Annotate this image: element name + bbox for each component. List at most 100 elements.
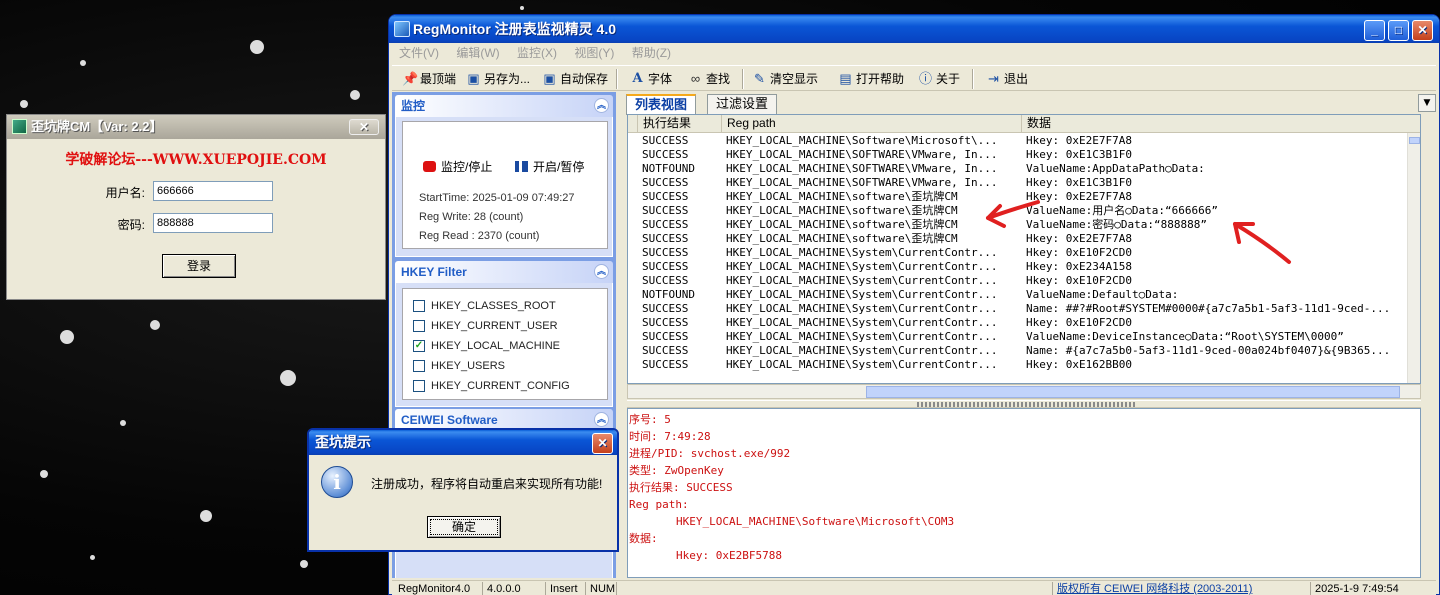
menu-help[interactable]: 帮助(Z) [625, 43, 678, 63]
message-dialog: 歪坑提示 ✕ i 注册成功，程序将自动重启来实现所有功能! 确定 [307, 428, 619, 552]
row-regpath: HKEY_LOCAL_MACHINE\System\CurrentContr..… [726, 330, 998, 343]
monitor-group-header[interactable]: 监控 ︽ [395, 95, 613, 117]
table-row[interactable]: SUCCESS HKEY_LOCAL_MACHINE\System\Current… [628, 358, 1408, 372]
table-row[interactable]: NOTFOUND HKEY_LOCAL_MACHINE\SOFTWARE\VMwa… [628, 162, 1408, 176]
table-row[interactable]: SUCCESS HKEY_LOCAL_MACHINE\System\Current… [628, 344, 1408, 358]
username-input[interactable]: 666666 [153, 181, 273, 201]
horizontal-scrollbar[interactable] [627, 384, 1421, 399]
reg-write-text: Reg Write: 28 (count) [419, 211, 524, 223]
dialog-titlebar[interactable]: 歪坑提示 ✕ [309, 430, 617, 455]
save-as-label: 另存为... [484, 72, 531, 86]
pause-resume-label: 开启/暂停 [533, 160, 585, 174]
detail-process: 进程/PID: svchost.exe/992 [629, 447, 791, 460]
hkey-classes-root-option[interactable]: HKEY_CLASSES_ROOT [413, 298, 556, 314]
topmost-button[interactable]: 📌 最顶端 [400, 68, 456, 90]
minimize-button[interactable]: _ [1364, 20, 1385, 41]
row-regpath: HKEY_LOCAL_MACHINE\System\CurrentContr..… [726, 316, 998, 329]
close-button[interactable]: ✕ [1412, 20, 1433, 41]
exit-icon: ⇥ [988, 71, 999, 86]
row-regpath: HKEY_LOCAL_MACHINE\System\CurrentContr..… [726, 344, 998, 357]
row-regpath: HKEY_LOCAL_MACHINE\software\歪坑牌CM [726, 232, 958, 245]
table-row[interactable]: SUCCESS HKEY_LOCAL_MACHINE\System\Current… [628, 330, 1408, 344]
row-result: SUCCESS [642, 218, 689, 231]
hkey-users-option[interactable]: HKEY_USERS [413, 358, 505, 374]
tab-dropdown-button[interactable]: ▼ [1418, 94, 1436, 112]
table-row[interactable]: SUCCESS HKEY_LOCAL_MACHINE\System\Current… [628, 302, 1408, 316]
find-button[interactable]: ∞ 查找 [686, 68, 730, 90]
pause-resume-button[interactable]: 开启/暂停 [515, 159, 584, 175]
row-result: SUCCESS [642, 204, 689, 217]
table-row[interactable]: SUCCESS HKEY_LOCAL_MACHINE\System\Current… [628, 274, 1408, 288]
vertical-scrollbar[interactable] [1407, 133, 1420, 383]
row-regpath: HKEY_LOCAL_MACHINE\software\歪坑牌CM [726, 190, 958, 203]
collapse-chevron-icon[interactable]: ︽ [594, 98, 609, 113]
detail-pane: 序号: 5 时间: 7:49:28 进程/PID: svchost.exe/99… [627, 408, 1421, 578]
menu-file[interactable]: 文件(V) [392, 43, 446, 63]
checkbox[interactable] [413, 360, 425, 372]
clear-icon: ✎ [754, 71, 765, 86]
row-data: Hkey: 0xE2E7F7A8 [1026, 232, 1132, 245]
close-button[interactable]: ✕ [592, 433, 613, 454]
row-data: ValueName:AppDataPath○Data: [1026, 162, 1205, 175]
menu-edit[interactable]: 编辑(W) [449, 43, 506, 63]
table-row[interactable]: SUCCESS HKEY_LOCAL_MACHINE\SOFTWARE\VMwar… [628, 148, 1408, 162]
hkey-label: HKEY_CURRENT_CONFIG [431, 380, 570, 392]
row-regpath: HKEY_LOCAL_MACHINE\System\CurrentContr..… [726, 288, 998, 301]
close-button[interactable]: ✕ [349, 119, 379, 135]
menu-monitor[interactable]: 监控(X) [510, 43, 564, 63]
column-header-result[interactable]: 执行结果 [638, 115, 722, 133]
row-regpath: HKEY_LOCAL_MACHINE\SOFTWARE\VMware, In..… [726, 148, 998, 161]
tab-list-view[interactable]: 列表视图 [626, 94, 697, 115]
table-row[interactable]: SUCCESS HKEY_LOCAL_MACHINE\SOFTWARE\VMwar… [628, 176, 1408, 190]
hkey-filter-box: HKEY_CLASSES_ROOT HKEY_CURRENT_USER ✓ HK… [402, 288, 608, 400]
column-header-data[interactable]: 数据 [1022, 115, 1420, 133]
checkbox-checked[interactable]: ✓ [413, 340, 425, 352]
topmost-label: 最顶端 [420, 72, 457, 86]
crackme-titlebar[interactable]: 歪坑牌CM【Var: 2.2】 ✕ [7, 115, 385, 139]
collapse-chevron-icon[interactable]: ︽ [594, 264, 609, 279]
table-row[interactable]: SUCCESS HKEY_LOCAL_MACHINE\System\Current… [628, 316, 1408, 330]
password-input[interactable]: 888888 [153, 213, 273, 233]
checkbox[interactable] [413, 320, 425, 332]
row-result: SUCCESS [642, 316, 689, 329]
start-stop-button[interactable]: 监控/停止 [423, 159, 492, 175]
help-button[interactable]: ▤ 打开帮助 [836, 68, 904, 90]
tab-filter-settings[interactable]: 过滤设置 [707, 94, 778, 114]
toolbar-separator [742, 69, 744, 89]
font-button[interactable]: A 字体 [628, 68, 672, 90]
splitter-grip[interactable] [917, 402, 1135, 407]
annotation-arrow-username [986, 200, 1040, 228]
hkey-current-config-option[interactable]: HKEY_CURRENT_CONFIG [413, 378, 570, 394]
table-row[interactable]: NOTFOUND HKEY_LOCAL_MACHINE\System\Curren… [628, 288, 1408, 302]
scrollbar-thumb[interactable] [1409, 137, 1420, 144]
menu-view[interactable]: 视图(Y) [567, 43, 621, 63]
checkbox[interactable] [413, 380, 425, 392]
toolbar-separator [972, 69, 974, 89]
table-row[interactable]: SUCCESS HKEY_LOCAL_MACHINE\Software\Micro… [628, 134, 1408, 148]
ok-button[interactable]: 确定 [427, 516, 501, 538]
clear-display-button[interactable]: ✎ 清空显示 [750, 68, 818, 90]
save-as-button[interactable]: ▣ 另存为... [464, 68, 530, 90]
auto-save-button[interactable]: ▣ 自动保存 [540, 68, 608, 90]
collapse-chevron-icon[interactable]: ︽ [594, 412, 609, 427]
annotation-arrow-password [1233, 222, 1291, 264]
row-regpath: HKEY_LOCAL_MACHINE\Software\Microsoft\..… [726, 134, 998, 147]
column-header-regpath[interactable]: Reg path [722, 115, 1022, 133]
about-button[interactable]: ⓘ 关于 [916, 68, 960, 90]
maximize-button[interactable]: □ [1388, 20, 1409, 41]
row-data: Hkey: 0xE234A158 [1026, 260, 1132, 273]
hkey-local-machine-option[interactable]: ✓ HKEY_LOCAL_MACHINE [413, 338, 560, 354]
monitor-group-body: 监控/停止 开启/暂停 StartTime: 2025-01-09 07:49:… [395, 117, 613, 257]
information-icon: i [321, 466, 353, 498]
login-button[interactable]: 登录 [162, 254, 236, 278]
checkbox[interactable] [413, 300, 425, 312]
hkey-current-user-option[interactable]: HKEY_CURRENT_USER [413, 318, 558, 334]
copyright-link[interactable]: 版权所有 CEIWEI 网络科技 (2003-2011) [1052, 582, 1252, 595]
pane-splitter[interactable] [627, 400, 1421, 408]
hkey-label: HKEY_LOCAL_MACHINE [431, 340, 560, 352]
hkey-filter-header[interactable]: HKEY Filter ︽ [395, 261, 613, 283]
regmonitor-titlebar[interactable]: RegMonitor 注册表监视精灵 4.0 _ □ ✕ [389, 15, 1439, 43]
list-header: 执行结果 Reg path 数据 [628, 115, 1420, 133]
scrollbar-thumb[interactable] [866, 386, 1400, 398]
exit-button[interactable]: ⇥ 退出 [984, 68, 1028, 90]
